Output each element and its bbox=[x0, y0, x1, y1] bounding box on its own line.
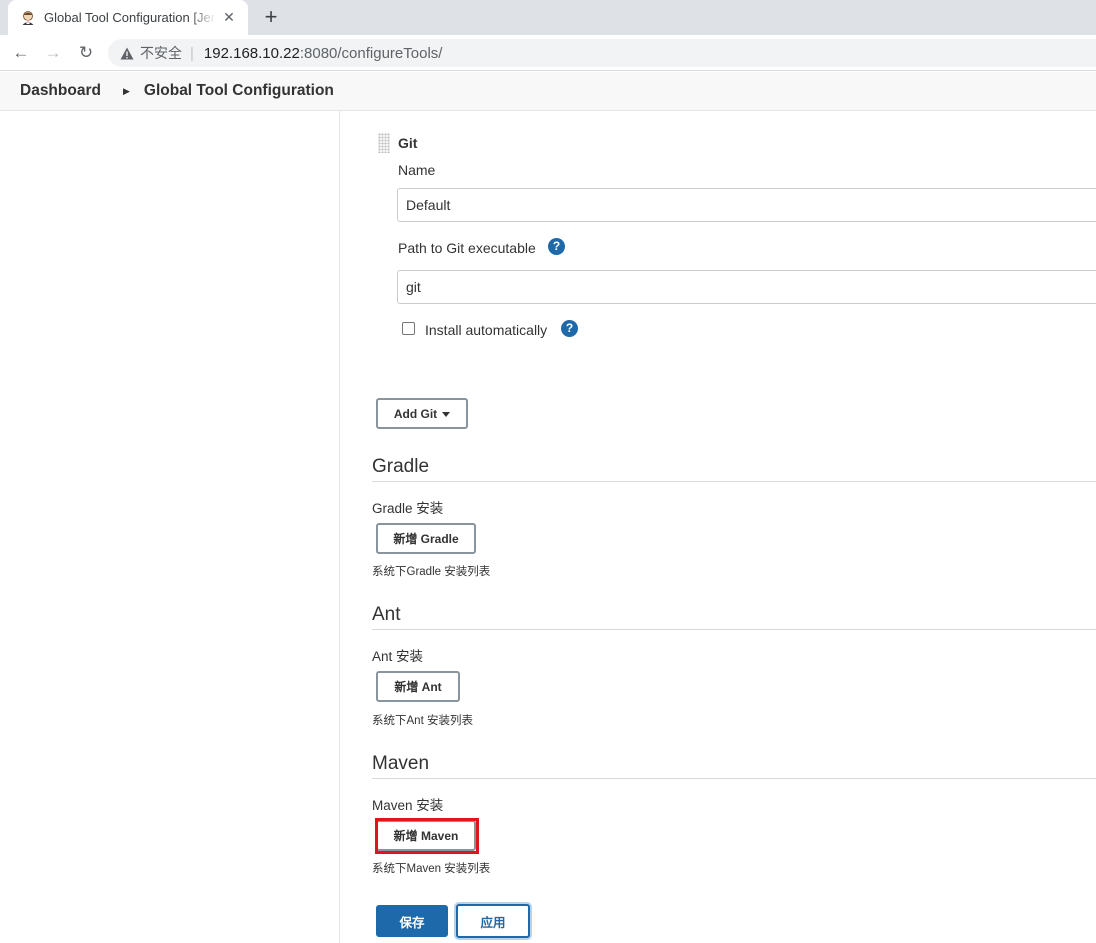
address-separator: | bbox=[190, 44, 194, 62]
breadcrumb-chevron-icon[interactable]: ▶ bbox=[123, 86, 130, 97]
add-gradle-button[interactable]: 新增 Gradle bbox=[376, 523, 476, 554]
git-name-input[interactable] bbox=[397, 188, 1096, 222]
section-divider bbox=[372, 481, 1096, 482]
add-git-button[interactable]: Add Git bbox=[376, 398, 468, 429]
ant-install-label: Ant 安装 bbox=[372, 649, 424, 664]
help-icon[interactable]: ? bbox=[561, 320, 578, 337]
back-arrow-icon[interactable]: ← bbox=[8, 40, 34, 66]
browser-tab[interactable]: Global Tool Configuration [Jenkins] ✕ bbox=[8, 0, 248, 35]
install-automatically-label: Install automatically bbox=[425, 322, 548, 338]
browser-toolbar: ← → ↻ 不安全 | 192.168.10.22 :8080/configur… bbox=[0, 35, 1096, 71]
close-tab-icon[interactable]: ✕ bbox=[220, 9, 238, 26]
new-tab-button[interactable]: + bbox=[258, 4, 284, 30]
add-ant-button[interactable]: 新增 Ant bbox=[376, 671, 460, 702]
jenkins-favicon-icon bbox=[22, 10, 34, 25]
reload-icon[interactable]: ↻ bbox=[73, 40, 99, 66]
maven-section-title: Maven bbox=[372, 753, 430, 774]
tab-title: Global Tool Configuration [Jenkins] bbox=[44, 10, 216, 25]
caret-down-icon bbox=[442, 411, 451, 417]
section-divider bbox=[372, 778, 1096, 779]
warning-icon bbox=[120, 47, 134, 59]
install-automatically-checkbox[interactable] bbox=[402, 322, 415, 335]
section-divider bbox=[372, 629, 1096, 630]
url-path: :8080/configureTools/ bbox=[299, 44, 443, 62]
maven-hint: 系统下Maven 安装列表 bbox=[372, 863, 491, 875]
browser-tabstrip: Global Tool Configuration [Jenkins] ✕ + bbox=[0, 0, 1096, 35]
git-path-input[interactable] bbox=[397, 270, 1096, 304]
gradle-hint: 系统下Gradle 安装列表 bbox=[372, 566, 491, 578]
breadcrumb: Dashboard ▶ Global Tool Configuration bbox=[0, 72, 1096, 111]
help-icon[interactable]: ? bbox=[548, 238, 565, 255]
git-installation-title: Git bbox=[398, 135, 418, 151]
add-git-label: Add Git bbox=[393, 406, 438, 421]
breadcrumb-dashboard[interactable]: Dashboard bbox=[20, 82, 101, 100]
highlight-annotation bbox=[375, 818, 479, 854]
forward-arrow-icon[interactable]: → bbox=[40, 40, 66, 66]
gradle-section-title: Gradle bbox=[372, 456, 430, 477]
gradle-install-label: Gradle 安装 bbox=[372, 501, 444, 516]
drag-handle-icon[interactable] bbox=[378, 133, 390, 153]
maven-install-label: Maven 安装 bbox=[372, 798, 444, 813]
save-button[interactable]: 保存 bbox=[376, 905, 448, 937]
address-bar[interactable]: 不安全 | 192.168.10.22 :8080/configureTools… bbox=[108, 39, 1096, 67]
apply-button[interactable]: 应用 bbox=[456, 904, 530, 938]
breadcrumb-global-tool-configuration[interactable]: Global Tool Configuration bbox=[144, 82, 334, 100]
git-name-label: Name bbox=[398, 162, 436, 178]
side-panel bbox=[0, 111, 340, 943]
security-status[interactable]: 不安全 bbox=[140, 43, 182, 63]
git-path-label: Path to Git executable bbox=[398, 240, 536, 256]
ant-hint: 系统下Ant 安装列表 bbox=[372, 715, 473, 727]
ant-section-title: Ant bbox=[372, 604, 401, 625]
url-host: 192.168.10.22 bbox=[203, 44, 300, 62]
